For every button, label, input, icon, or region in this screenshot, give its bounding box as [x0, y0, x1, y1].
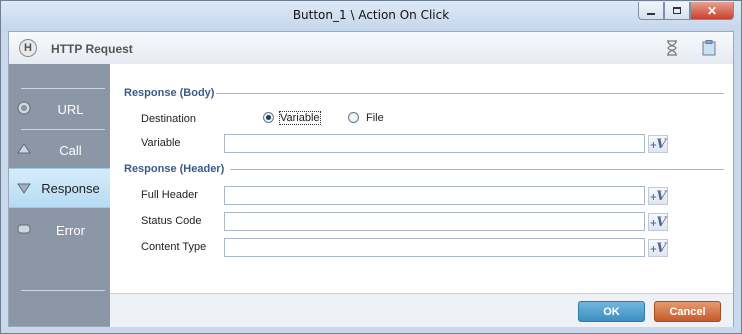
dialog-body: H HTTP Request URL Call Response Error R…	[8, 31, 734, 327]
variable-picker-icon: V	[656, 188, 667, 204]
title-bar[interactable]: Button_1 \ Action On Click ✕	[1, 1, 741, 31]
sidebar-item-url[interactable]: URL	[9, 89, 110, 129]
logo-letter: H	[24, 42, 32, 54]
section-title-header: Response (Header)	[124, 163, 225, 175]
radio-variable-label[interactable]: Variable	[279, 111, 321, 125]
status-code-label: Status Code	[141, 215, 202, 227]
sidebar-item-label: Error	[56, 222, 85, 238]
full-header-input[interactable]	[224, 186, 645, 205]
hourglass-icon[interactable]	[664, 40, 680, 56]
sidebar-item-error[interactable]: Error	[9, 210, 110, 250]
minimize-icon	[647, 12, 655, 15]
variable-picker-icon: V	[656, 214, 667, 230]
content-type-label: Content Type	[141, 241, 207, 253]
clipboard-icon[interactable]	[701, 40, 717, 56]
maximize-button[interactable]	[664, 2, 690, 20]
close-icon: ✕	[706, 3, 718, 18]
variable-picker-button[interactable]: + V	[648, 135, 668, 153]
sidebar-divider	[21, 290, 105, 291]
dialog-header: H HTTP Request	[9, 32, 733, 65]
sidebar-item-label: Call	[59, 142, 82, 158]
radio-file-label[interactable]: File	[366, 112, 384, 124]
section-divider	[216, 93, 724, 94]
status-code-input[interactable]	[224, 212, 645, 231]
variable-picker-button[interactable]: + V	[648, 239, 668, 257]
close-button[interactable]: ✕	[690, 2, 734, 20]
variable-picker-icon: V	[656, 136, 667, 152]
minimize-button[interactable]	[638, 2, 664, 20]
sidebar-item-call[interactable]: Call	[9, 130, 110, 170]
sidebar: URL Call Response Error	[9, 64, 110, 326]
section-divider	[230, 169, 724, 170]
window-controls: ✕	[638, 2, 734, 20]
content-type-input[interactable]	[224, 238, 645, 257]
sidebar-item-label: Response	[41, 180, 100, 196]
dialog-title: HTTP Request	[51, 42, 133, 56]
cancel-button[interactable]: Cancel	[654, 301, 721, 322]
variable-picker-button[interactable]: + V	[648, 187, 668, 205]
radio-file[interactable]	[348, 112, 359, 123]
section-title-body: Response (Body)	[124, 87, 215, 99]
maximize-icon	[673, 7, 681, 14]
ok-button[interactable]: OK	[578, 301, 645, 322]
sidebar-item-label: URL	[57, 101, 84, 117]
response-panel: Response (Body) Destination Variable Fil…	[110, 64, 733, 293]
window-title: Button_1 \ Action On Click	[292, 8, 450, 22]
dialog-footer: OK Cancel	[110, 293, 733, 327]
variable-input[interactable]	[224, 134, 645, 153]
http-logo-icon: H	[19, 39, 37, 57]
sidebar-item-response[interactable]: Response	[9, 168, 110, 208]
variable-picker-button[interactable]: + V	[648, 213, 668, 231]
destination-label: Destination	[141, 113, 197, 125]
full-header-label: Full Header	[141, 189, 198, 201]
variable-label: Variable	[141, 137, 181, 149]
radio-variable[interactable]	[263, 112, 274, 123]
dialog-window: Button_1 \ Action On Click ✕ H HTTP Requ…	[0, 0, 742, 334]
variable-picker-icon: V	[656, 240, 667, 256]
